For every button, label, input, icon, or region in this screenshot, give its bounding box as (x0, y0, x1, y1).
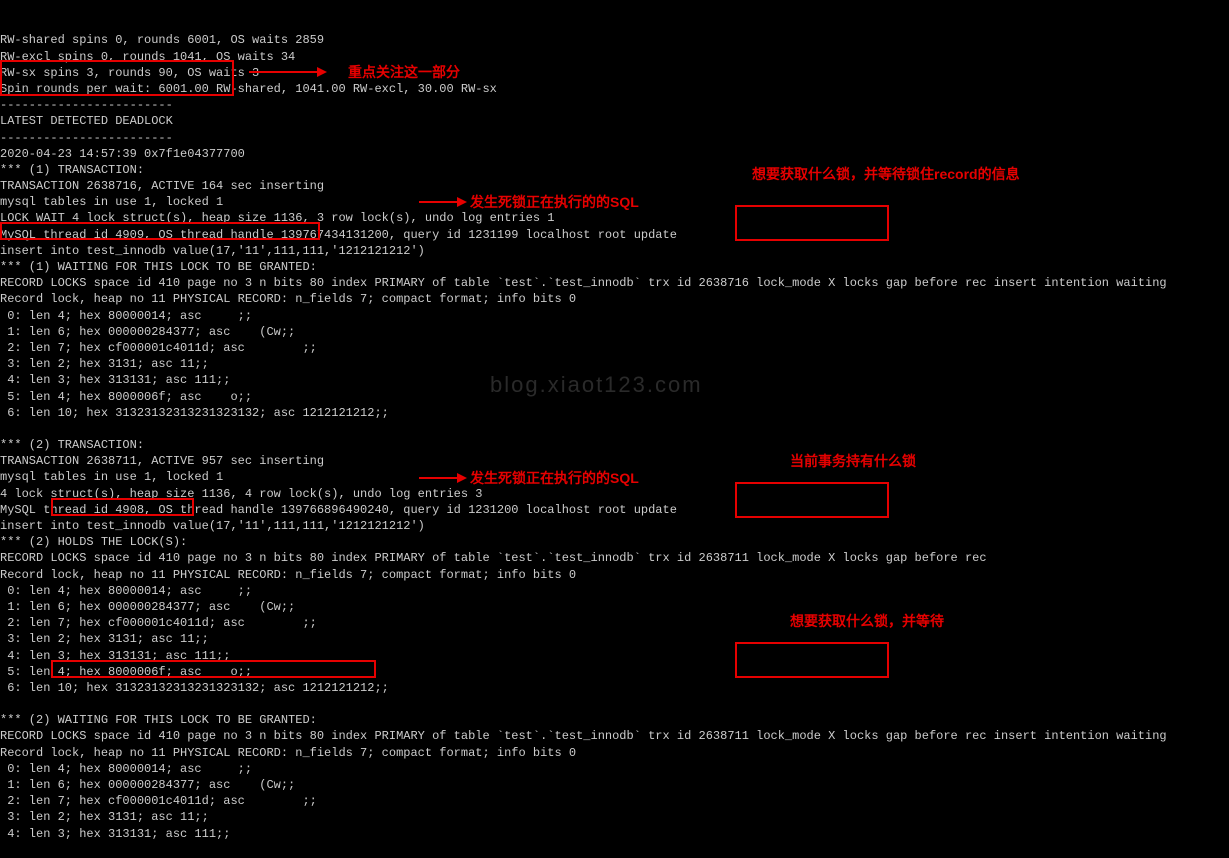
terminal-line: *** (2) WAITING FOR THIS LOCK TO BE GRAN… (0, 712, 1229, 728)
terminal-line: RW-sx spins 3, rounds 90, OS waits 3 (0, 65, 1229, 81)
terminal-line: 1: len 6; hex 000000284377; asc (Cw;; (0, 599, 1229, 615)
terminal-line: 0: len 4; hex 80000014; asc ;; (0, 583, 1229, 599)
terminal-line: *** (1) WAITING FOR THIS LOCK TO BE GRAN… (0, 259, 1229, 275)
terminal-output: RW-shared spins 0, rounds 6001, OS waits… (0, 0, 1229, 858)
terminal-line: 4: len 3; hex 313131; asc 111;; (0, 826, 1229, 842)
terminal-line: insert into test_innodb value(17,'11',11… (0, 243, 1229, 259)
terminal-line: Record lock, heap no 11 PHYSICAL RECORD:… (0, 567, 1229, 583)
terminal-line: Spin rounds per wait: 6001.00 RW-shared,… (0, 81, 1229, 97)
terminal-line: *** (1) TRANSACTION: (0, 162, 1229, 178)
terminal-line: RECORD LOCKS space id 410 page no 3 n bi… (0, 275, 1229, 291)
terminal-line: 2020-04-23 14:57:39 0x7f1e04377700 (0, 146, 1229, 162)
terminal-line: MySQL thread id 4908, OS thread handle 1… (0, 502, 1229, 518)
terminal-line: 2: len 7; hex cf000001c4011d; asc ;; (0, 615, 1229, 631)
terminal-line: 5: len 4; hex 8000006f; asc o;; (0, 664, 1229, 680)
watermark-text: blog.xiaot123.com (490, 370, 703, 400)
terminal-line: RW-shared spins 0, rounds 6001, OS waits… (0, 32, 1229, 48)
annotation-label-4: 当前事务持有什么锁 (790, 452, 916, 471)
terminal-line: ------------------------ (0, 97, 1229, 113)
terminal-line (0, 421, 1229, 437)
annotation-label-5: 发生死锁正在执行的的SQL (470, 469, 639, 488)
annotation-label-2: 想要获取什么锁，并等待锁住record的信息 (752, 165, 1020, 184)
terminal-line: Record lock, heap no 11 PHYSICAL RECORD:… (0, 291, 1229, 307)
terminal-line: 6: len 10; hex 31323132313231323132; asc… (0, 680, 1229, 696)
terminal-line: 4 lock struct(s), heap size 1136, 4 row … (0, 486, 1229, 502)
terminal-line: insert into test_innodb value(17,'11',11… (0, 518, 1229, 534)
terminal-line: 0: len 4; hex 80000014; asc ;; (0, 761, 1229, 777)
terminal-line: 0: len 4; hex 80000014; asc ;; (0, 308, 1229, 324)
terminal-line: 6: len 10; hex 31323132313231323132; asc… (0, 405, 1229, 421)
terminal-line: 2: len 7; hex cf000001c4011d; asc ;; (0, 793, 1229, 809)
annotation-label-1: 重点关注这一部分 (348, 63, 460, 82)
terminal-line: *** (2) HOLDS THE LOCK(S): (0, 534, 1229, 550)
annotation-label-3: 发生死锁正在执行的的SQL (470, 193, 639, 212)
terminal-line: Record lock, heap no 11 PHYSICAL RECORD:… (0, 745, 1229, 761)
terminal-line: RECORD LOCKS space id 410 page no 3 n bi… (0, 728, 1229, 744)
terminal-line (0, 696, 1229, 712)
terminal-line: ------------------------ (0, 130, 1229, 146)
terminal-line: 3: len 2; hex 3131; asc 11;; (0, 809, 1229, 825)
terminal-line: 1: len 6; hex 000000284377; asc (Cw;; (0, 777, 1229, 793)
terminal-line: *** (2) TRANSACTION: (0, 437, 1229, 453)
annotation-label-6: 想要获取什么锁，并等待 (790, 612, 944, 631)
terminal-line: LATEST DETECTED DEADLOCK (0, 113, 1229, 129)
terminal-line: TRANSACTION 2638716, ACTIVE 164 sec inse… (0, 178, 1229, 194)
terminal-line: RECORD LOCKS space id 410 page no 3 n bi… (0, 550, 1229, 566)
terminal-line: LOCK WAIT 4 lock struct(s), heap size 11… (0, 210, 1229, 226)
terminal-line: 1: len 6; hex 000000284377; asc (Cw;; (0, 324, 1229, 340)
terminal-line: TRANSACTION 2638711, ACTIVE 957 sec inse… (0, 453, 1229, 469)
terminal-line: RW-excl spins 0, rounds 1041, OS waits 3… (0, 49, 1229, 65)
terminal-line: 4: len 3; hex 313131; asc 111;; (0, 648, 1229, 664)
terminal-line: 3: len 2; hex 3131; asc 11;; (0, 631, 1229, 647)
terminal-line: MySQL thread id 4909, OS thread handle 1… (0, 227, 1229, 243)
terminal-line: 2: len 7; hex cf000001c4011d; asc ;; (0, 340, 1229, 356)
